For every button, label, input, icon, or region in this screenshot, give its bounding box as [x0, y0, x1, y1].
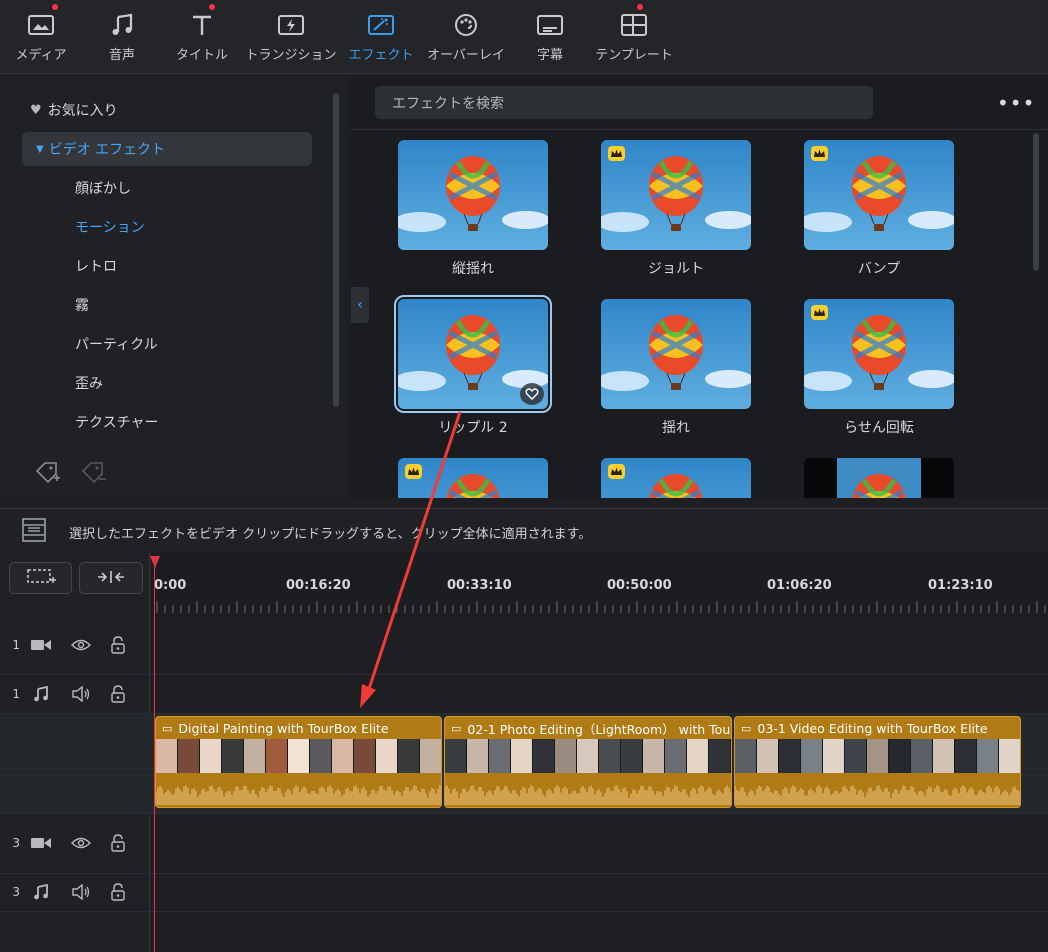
drag-arrow-annotation: [360, 411, 462, 708]
